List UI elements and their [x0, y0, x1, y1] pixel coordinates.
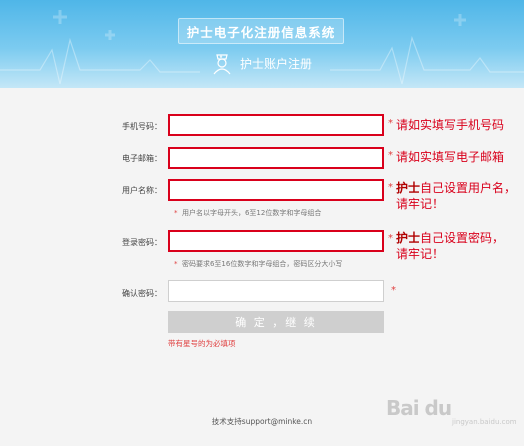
header-banner: 护士电子化注册信息系统 护士账户注册: [0, 0, 524, 88]
confirm-password-field[interactable]: [168, 280, 384, 304]
username-note: 护士自己设置用户名， 请牢记！: [396, 180, 516, 212]
username-hint-text: 用户名以字母开头，6至12位数字和字母组合: [181, 209, 322, 217]
password-note-line2: 请牢记！: [396, 247, 445, 261]
hint-star: *: [174, 209, 178, 217]
password-hint: * 密码要求6至16位数字和字母组合，密码区分大小写: [174, 259, 342, 269]
watermark-sub: jingyan.baidu.com: [452, 418, 517, 426]
email-required-mark: *: [388, 150, 393, 161]
username-label: 用户名称：: [122, 186, 162, 195]
password-note: 护士自己设置密码， 请牢记！: [396, 230, 504, 262]
subtitle-text: 护士账户注册: [240, 56, 313, 71]
email-input[interactable]: [170, 153, 382, 171]
phone-field[interactable]: [168, 114, 384, 138]
username-note-line1: 自己设置用户名，: [420, 181, 517, 195]
password-required-mark: *: [388, 233, 393, 244]
username-input[interactable]: [170, 185, 382, 203]
email-note: 请如实填写电子邮箱: [396, 150, 505, 164]
password-field[interactable]: [168, 230, 384, 254]
required-fields-note: 带有星号的为必填项: [168, 339, 236, 348]
password-note-line1: 自己设置密码，: [420, 231, 505, 245]
username-required-mark: *: [388, 182, 393, 193]
username-note-line2: 请牢记！: [396, 197, 445, 211]
baidu-watermark: Bai du jingyan.baidu.com: [386, 396, 520, 426]
watermark-text: Bai du: [386, 396, 452, 420]
password-input[interactable]: [170, 236, 382, 254]
username-hint: * 用户名以字母开头，6至12位数字和字母组合: [174, 208, 321, 218]
username-field[interactable]: [168, 179, 384, 203]
hint-star: *: [174, 260, 178, 268]
nurse-avatar-icon: [213, 54, 231, 75]
page-subtitle: 护士账户注册: [212, 50, 312, 76]
password-note-bold: 护士: [396, 231, 421, 245]
confirm-password-input[interactable]: [169, 284, 383, 304]
confirm-required-mark: *: [391, 285, 396, 296]
system-title: 护士电子化注册信息系统: [178, 18, 344, 44]
password-label: 登录密码：: [122, 238, 162, 247]
phone-label: 手机号码：: [122, 122, 162, 131]
phone-required-mark: *: [388, 118, 393, 129]
confirm-continue-button[interactable]: 确 定 ，继 续: [168, 311, 384, 333]
password-hint-text: 密码要求6至16位数字和字母组合，密码区分大小写: [181, 260, 343, 268]
email-field[interactable]: [168, 147, 384, 171]
email-label: 电子邮箱：: [122, 154, 162, 163]
phone-input[interactable]: [170, 120, 382, 138]
phone-note: 请如实填写手机号码: [396, 118, 505, 132]
confirm-password-label: 确认密码：: [122, 289, 162, 298]
username-note-bold: 护士: [396, 181, 421, 195]
